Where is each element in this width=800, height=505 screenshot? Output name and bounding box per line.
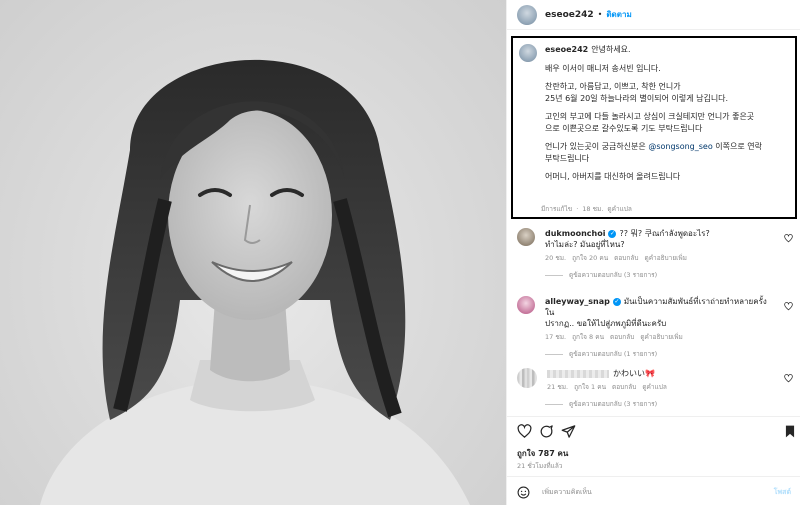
caption-line: 배우 이서이 매니저 송서빈 입니다. — [545, 63, 661, 73]
caption-line: 부탁드립니다 — [545, 153, 590, 163]
comment-likes[interactable]: ถูกใจ 20 คน — [572, 254, 608, 262]
heart-icon[interactable] — [784, 374, 793, 383]
comment-time[interactable]: 20 ชม. — [545, 254, 566, 262]
replies-label: ดูข้อความตอบกลับ (1 รายการ) — [569, 350, 658, 358]
author-username[interactable]: eseoe242 — [545, 10, 594, 20]
heart-icon[interactable] — [784, 234, 793, 243]
comment-meta: 20 ชม. ถูกใจ 20 คน ตอบกลับ ดูคำอธิบายเพิ่ม — [545, 253, 775, 264]
comment-input[interactable]: เพิ่มความคิดเห็น — [542, 487, 592, 498]
comment-text: かわいい — [613, 369, 645, 378]
caption-line: 찬란하고, 아름답고, 이쁘고, 착한 언니가 — [545, 82, 681, 91]
caption-translate[interactable]: ดูคำแปล — [607, 205, 632, 213]
post-comment-button[interactable]: โพสต์ — [774, 487, 791, 498]
post-header: eseoe242 • ติดตาม — [507, 0, 800, 30]
caption-line: 이쪽으로 연락 — [715, 142, 762, 151]
comment-meta: 17 ชม. ถูกใจ 8 คน ตอบกลับ ดูคำอธิบายเพิ่ม — [545, 332, 775, 343]
caption-line: 어머니, 아버지를 대신하여 올려드립니다 — [545, 172, 681, 181]
translate-button[interactable]: ดูคำแปล — [642, 383, 667, 391]
comment-text: ปรากฏ.. ขอให้ไปสู่ภพภูมิที่ดีนะครับ — [545, 319, 667, 328]
comment-username[interactable]: alleyway_snap — [545, 297, 610, 306]
heart-icon[interactable] — [517, 424, 532, 439]
post-side-panel: eseoe242 • ติดตาม eseoe242 안녕하세요. 배우 이서이 … — [506, 0, 800, 505]
caption-meta: มีการแก้ไข · 18 ชม. ดูคำแปล — [541, 204, 636, 214]
comment-divider — [507, 476, 800, 477]
comment-avatar[interactable] — [517, 228, 535, 246]
comment-time[interactable]: 17 ชม. — [545, 333, 566, 341]
caption-line: 25년 6월 20일 하늘나라의 별이되어 이렇게 남깁니다. — [545, 93, 729, 103]
comment-meta: 21 ชม. ถูกใจ 1 คน ตอบกลับ ดูคำแปล — [547, 382, 777, 393]
portrait-illustration — [40, 59, 470, 505]
caption-avatar[interactable] — [519, 44, 537, 62]
header-separator: • — [597, 10, 603, 19]
view-replies-button[interactable]: ดูข้อความตอบกลับ (1 รายการ) — [545, 349, 797, 359]
action-bar — [517, 424, 797, 440]
comment-likes[interactable]: ถูกใจ 1 คน — [574, 383, 606, 391]
author-avatar[interactable] — [517, 4, 537, 25]
heart-icon[interactable] — [784, 302, 793, 311]
comment-time[interactable]: 21 ชม. — [547, 383, 568, 391]
ribbon-emoji: 🎀 — [645, 369, 655, 378]
caption-text: eseoe242 안녕하세요. 배우 이서이 매니저 송서빈 입니다. 찬란하고,… — [545, 44, 789, 190]
comment-text: ?? 뭐? 쿠ณกำลังพูดอะไร? — [619, 229, 710, 238]
comment-item: alleyway_snap ✓ มันเป็นความสัมพันธ์ที่เราถ… — [517, 296, 797, 359]
caption-dot: · — [576, 205, 579, 213]
emoji-icon[interactable] — [517, 486, 530, 499]
posted-ago[interactable]: 21 ชั่วโมงที่แล้ว — [517, 461, 562, 471]
reply-button[interactable]: ตอบกลับ — [612, 383, 636, 391]
blurred-username[interactable] — [547, 369, 609, 378]
instagram-post-view: eseoe242 • ติดตาม eseoe242 안녕하세요. 배우 이서이 … — [0, 0, 800, 505]
replies-label: ดูข้อความตอบกลับ (3 รายการ) — [569, 271, 658, 279]
follow-button[interactable]: ติดตาม — [606, 8, 631, 21]
caption-username[interactable]: eseoe242 — [545, 45, 588, 54]
comment-text: ทำไมล่ะ? มันอยู่ที่ไหน? — [545, 240, 625, 249]
comment-username[interactable]: dukmoonchoi — [545, 229, 605, 238]
post-photo[interactable] — [0, 0, 506, 505]
replies-line — [545, 274, 563, 276]
comment-avatar[interactable] — [517, 368, 537, 388]
likes-count[interactable]: ถูกใจ 787 คน — [517, 447, 568, 460]
replies-label: ดูข้อความตอบกลับ (3 รายการ) — [569, 400, 658, 408]
see-more-button[interactable]: ดูคำอธิบายเพิ่ม — [640, 333, 682, 341]
caption-highlight-box: eseoe242 안녕하세요. 배우 이서이 매니저 송서빈 입니다. 찬란하고,… — [511, 36, 797, 219]
caption-line: 고인의 부고에 다들 놀라시고 상심이 크실테지만 언니가 좋은곳 — [545, 112, 755, 121]
verified-icon: ✓ — [612, 297, 621, 306]
comment-item: dukmoonchoi ✓?? 뭐? 쿠ณกำลังพูดอะไร? ทำไมล่… — [517, 228, 797, 280]
caption-time[interactable]: 18 ชม. — [582, 205, 603, 213]
caption-edited: มีการแก้ไข — [541, 205, 573, 213]
verified-icon: ✓ — [608, 229, 617, 238]
comment-avatar[interactable] — [517, 296, 535, 314]
reply-button[interactable]: ตอบกลับ — [610, 333, 634, 341]
caption-line: 언니가 있는곳이 궁금하신분은 — [545, 142, 646, 151]
replies-line — [545, 353, 563, 355]
caption-line: 안녕하세요. — [591, 45, 631, 54]
comment-item: かわいい🎀 21 ชม. ถูกใจ 1 คน ตอบกลับ ดูคำแปล ดูข… — [517, 368, 797, 409]
caption-line: 으로 이쁜곳으로 갈수있도록 기도 부탁드립니다 — [545, 123, 703, 133]
view-replies-button[interactable]: ดูข้อความตอบกลับ (3 รายการ) — [545, 399, 797, 409]
share-icon[interactable] — [561, 424, 576, 439]
comment-icon[interactable] — [539, 424, 554, 439]
bookmark-icon[interactable] — [783, 424, 797, 439]
see-more-button[interactable]: ดูคำอธิบายเพิ่ม — [644, 254, 686, 262]
comment-likes[interactable]: ถูกใจ 8 คน — [572, 333, 604, 341]
actions-divider — [507, 416, 800, 417]
mention-link[interactable]: @songsong_seo — [648, 142, 712, 151]
reply-button[interactable]: ตอบกลับ — [614, 254, 638, 262]
replies-line — [545, 403, 563, 405]
view-replies-button[interactable]: ดูข้อความตอบกลับ (3 รายการ) — [545, 270, 797, 280]
add-comment-bar: เพิ่มความคิดเห็น โพสต์ — [517, 485, 797, 499]
